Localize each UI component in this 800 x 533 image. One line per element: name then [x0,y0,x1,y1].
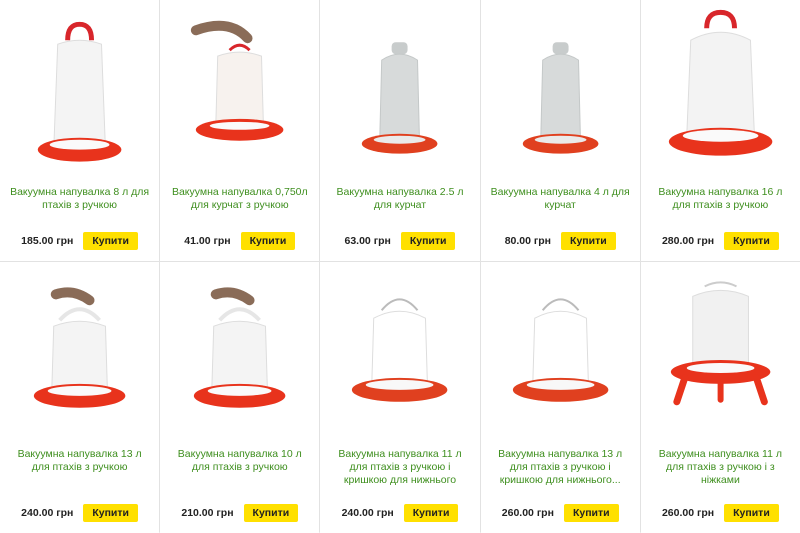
product-price: 63.00 грн [344,235,391,247]
buy-row: 260.00 грн Купити [641,504,800,522]
product-image[interactable] [320,274,479,452]
product-title-link[interactable]: Вакуумна напувалка 16 л для птахів з руч… [651,186,790,212]
product-card[interactable]: Вакуумна напувалка 10 л для птахів з руч… [160,262,320,533]
product-title-link[interactable]: Вакуумна напувалка 10 л для птахів з руч… [170,448,309,474]
product-price: 210.00 грн [181,507,234,519]
product-grid: Вакуумна напувалка 8 л для птахів з ручк… [0,0,800,533]
product-card[interactable]: Вакуумна напувалка 11 л для птахів з руч… [320,262,480,533]
wire-handle-feeder-icon [512,298,608,402]
product-card[interactable]: Вакуумна напувалка 8 л для птахів з ручк… [0,0,160,261]
buy-row: 240.00 грн Купити [320,504,479,522]
product-card[interactable]: Вакуумна напувалка 4 л для курчат 80.00 … [480,0,640,261]
buy-row: 280.00 грн Купити [641,232,800,250]
buy-button[interactable]: Купити [724,504,779,522]
product-title-link[interactable]: Вакуумна напувалка 0,750л для курчат з р… [170,186,309,212]
wire-handle-feeder-icon [352,298,448,402]
product-title-link[interactable]: Вакуумна напувалка 13 л для птахів з руч… [491,448,630,487]
product-price: 260.00 грн [661,507,715,519]
buy-row: 240.00 грн Купити [0,504,159,522]
grey-feeder-icon [362,42,438,154]
product-image[interactable] [320,0,479,170]
product-price: 240.00 грн [21,507,74,519]
product-price: 41.00 грн [184,235,231,247]
buy-button[interactable]: Купити [83,504,138,522]
product-image[interactable] [641,0,800,170]
product-image[interactable] [481,0,640,170]
product-image[interactable] [0,274,159,452]
product-title-link[interactable]: Вакуумна напувалка 11 л для птахів з руч… [651,448,790,487]
product-image[interactable] [641,274,800,452]
product-price: 280.00 грн [661,235,715,247]
product-title-link[interactable]: Вакуумна напувалка 8 л для птахів з ручк… [10,186,149,212]
product-image[interactable] [481,274,640,452]
buy-row: 41.00 грн Купити [160,232,319,250]
product-card[interactable]: Вакуумна напувалка 13 л для птахів з руч… [480,262,640,533]
product-image[interactable] [0,0,159,170]
product-card[interactable]: Вакуумна напувалка 2.5 л для курчат 63.0… [320,0,480,261]
buy-button[interactable]: Купити [243,504,299,522]
product-card[interactable]: Вакуумна напувалка 13 л для птахів з руч… [0,262,160,533]
red-handle-feeder-icon [37,21,122,162]
buy-button[interactable]: Купити [240,232,296,250]
product-price: 260.00 грн [501,507,554,519]
product-price: 80.00 грн [504,235,552,247]
product-image[interactable] [160,274,319,452]
product-title-link[interactable]: Вакуумна напувалка 13 л для птахів з руч… [10,448,149,474]
buy-button[interactable]: Купити [400,232,456,250]
buy-row: 260.00 грн Купити [481,504,640,522]
product-card[interactable]: Вакуумна напувалка 11 л для птахів з руч… [640,262,800,533]
buy-button[interactable]: Купити [83,232,138,250]
buy-row: 185.00 грн Купити [0,232,159,250]
legged-feeder-icon [670,281,771,406]
hand-held-feeder-icon [191,20,284,141]
product-price: 240.00 грн [341,507,394,519]
hand-held-feeder-icon [33,287,126,408]
hand-held-feeder-icon [194,287,286,408]
buy-row: 210.00 грн Купити [160,504,319,522]
red-handle-feeder-large-icon [668,9,773,156]
product-card[interactable]: Вакуумна напувалка 0,750л для курчат з р… [160,0,320,261]
buy-row: 80.00 грн Купити [481,232,640,250]
product-card[interactable]: Вакуумна напувалка 16 л для птахів з руч… [640,0,800,261]
buy-button[interactable]: Купити [563,504,619,522]
buy-button[interactable]: Купити [724,232,779,250]
buy-button[interactable]: Купити [561,232,616,250]
product-title-link[interactable]: Вакуумна напувалка 2.5 л для курчат [330,186,469,212]
product-title-link[interactable]: Вакуумна напувалка 11 л для птахів з руч… [330,448,469,488]
product-price: 185.00 грн [21,235,74,247]
product-title-link[interactable]: Вакуумна напувалка 4 л для курчат [491,186,630,212]
grey-feeder-icon [522,42,599,154]
buy-row: 63.00 грн Купити [320,232,479,250]
buy-button[interactable]: Купити [403,504,459,522]
product-image[interactable] [160,0,319,170]
